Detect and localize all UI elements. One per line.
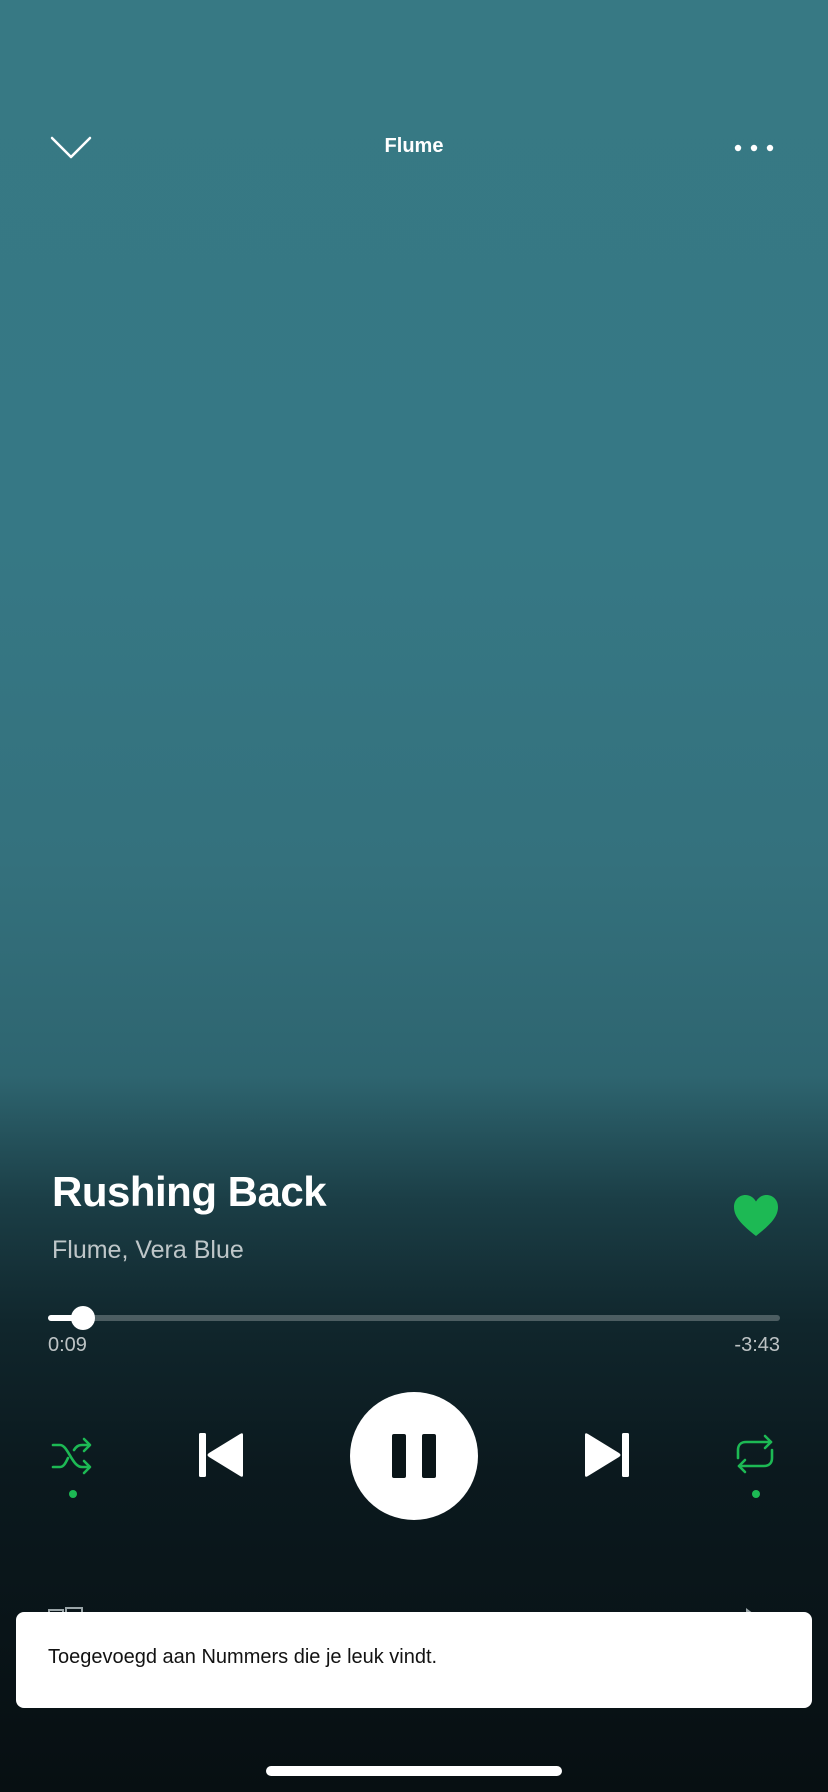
playing-from-title: Flume [384, 135, 444, 157]
track-artist[interactable]: Flume, Vera Blue [52, 1236, 244, 1265]
repeat-button[interactable] [732, 1434, 778, 1474]
now-playing-screen: Flume Rushing Back Flume, Vera Blue 0:09… [0, 0, 828, 1792]
repeat-icon [736, 1434, 774, 1474]
shuffle-active-indicator [69, 1490, 77, 1498]
toast-message: Toegevoegd aan Nummers die je leuk vindt… [48, 1646, 438, 1668]
progress-bar[interactable] [48, 1306, 780, 1330]
home-indicator[interactable] [266, 1766, 562, 1776]
remaining-time: -3:43 [734, 1334, 780, 1356]
play-pause-button[interactable] [350, 1392, 478, 1520]
progress-thumb[interactable] [71, 1306, 96, 1330]
toast-notification: Toegevoegd aan Nummers die je leuk vindt… [16, 1612, 812, 1708]
shuffle-button[interactable] [50, 1436, 94, 1476]
shuffle-icon [51, 1437, 92, 1475]
more-horizontal-icon [734, 144, 774, 152]
chevron-down-icon [50, 136, 92, 159]
next-button[interactable] [582, 1430, 632, 1480]
collapse-button[interactable] [48, 130, 94, 164]
repeat-active-indicator [752, 1490, 760, 1498]
more-options-button[interactable] [730, 140, 778, 156]
elapsed-time: 0:09 [48, 1334, 87, 1356]
skip-next-icon [585, 1433, 629, 1477]
like-button[interactable] [732, 1194, 780, 1238]
previous-button[interactable] [196, 1430, 246, 1480]
track-title: Rushing Back [52, 1168, 327, 1215]
pause-icon [392, 1434, 436, 1478]
heart-filled-icon [734, 1195, 778, 1236]
skip-previous-icon [199, 1433, 243, 1477]
now-playing-header: Flume [0, 118, 828, 178]
